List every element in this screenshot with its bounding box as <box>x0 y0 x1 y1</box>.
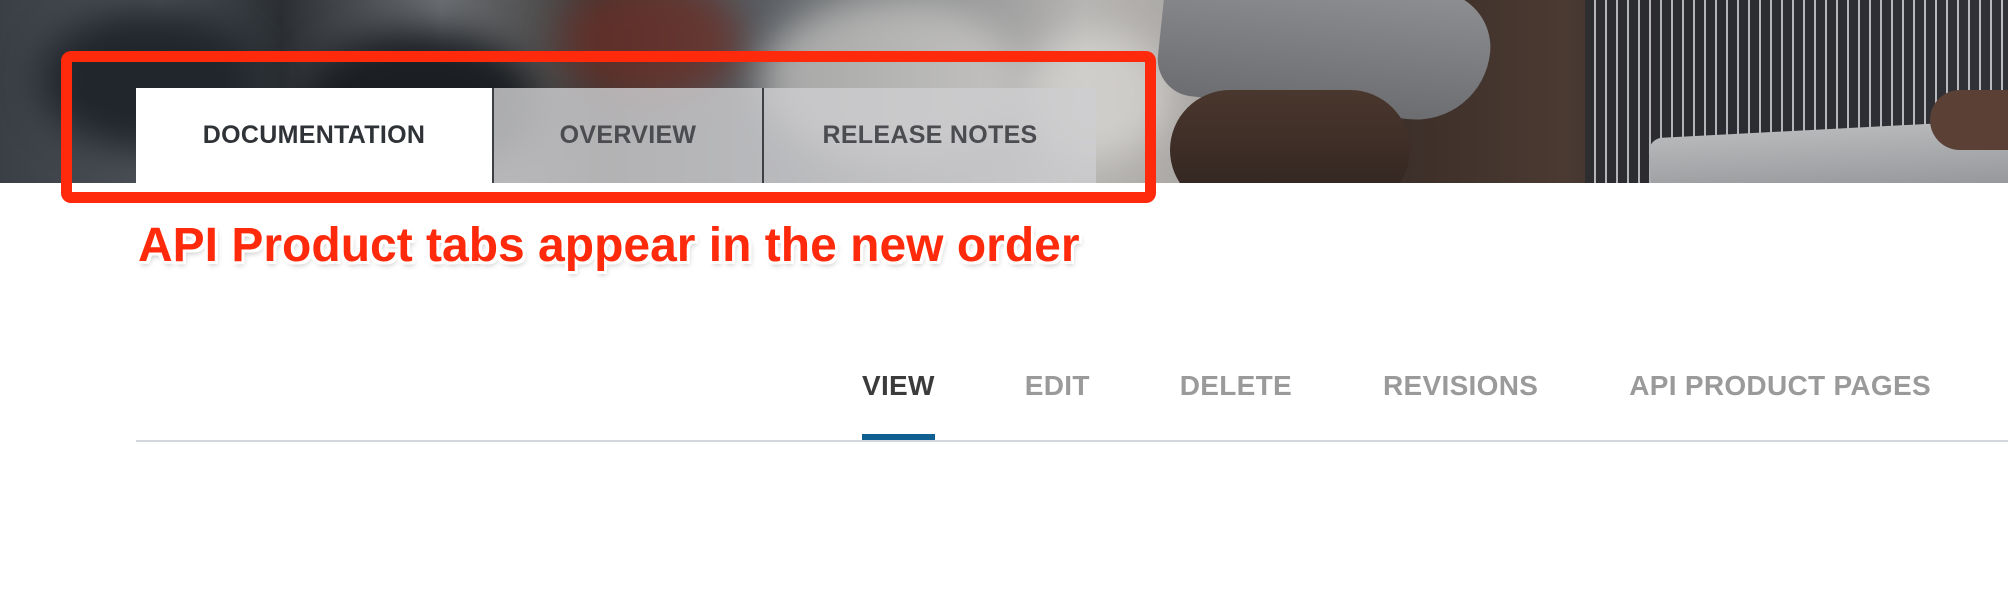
tab-delete[interactable]: DELETE <box>1180 360 1292 442</box>
tab-view[interactable]: VIEW <box>862 360 935 442</box>
tab-revisions[interactable]: REVISIONS <box>1383 360 1538 442</box>
tab-edit[interactable]: EDIT <box>1025 360 1090 442</box>
admin-tabs: VIEW EDIT DELETE REVISIONS API PRODUCT P… <box>862 360 1931 442</box>
page: DOCUMENTATION OVERVIEW RELEASE NOTES API… <box>0 0 2008 590</box>
tabs-divider <box>136 440 2008 442</box>
tab-api-product-pages[interactable]: API PRODUCT PAGES <box>1629 360 1931 442</box>
annotation-highlight-box <box>61 51 1156 203</box>
tab-view-label: VIEW <box>862 370 935 401</box>
tab-delete-label: DELETE <box>1179 370 1293 401</box>
annotation-caption: API Product tabs appear in the new order <box>138 219 1080 272</box>
tab-api-product-pages-label: API PRODUCT PAGES <box>1629 370 1931 401</box>
tab-revisions-label: REVISIONS <box>1383 370 1539 401</box>
tab-edit-label: EDIT <box>1024 370 1090 401</box>
